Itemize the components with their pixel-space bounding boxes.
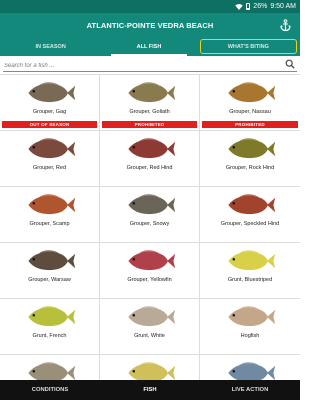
anchor-button[interactable] (278, 17, 292, 33)
fish-card[interactable]: Grouper, Yellowfin (100, 243, 200, 299)
fish-card[interactable]: Grunt, White (100, 299, 200, 355)
fish-image (27, 82, 75, 103)
bottom-nav: CONDITIONS FISH LIVE ACTION (0, 380, 300, 400)
tab-bar: IN SEASON ALL FISH WHAT'S BITING (0, 37, 300, 56)
nav-conditions[interactable]: CONDITIONS (0, 387, 100, 393)
nav-fish[interactable]: FISH (100, 387, 200, 393)
fish-name: Grunt, Bluestriped (227, 277, 273, 283)
tab-in-season[interactable]: IN SEASON (3, 39, 98, 54)
wifi-icon (235, 3, 244, 10)
fish-image (127, 306, 175, 327)
fish-image (127, 82, 175, 103)
app-screen: 26% 9:50 AM ATLANTIC-POINTE VEDRA BEACH … (0, 0, 300, 400)
tab-whats-biting[interactable]: WHAT'S BITING (199, 39, 297, 54)
fish-card[interactable]: Grouper, Nassau PROHIBITED (200, 75, 300, 131)
fish-image (127, 138, 175, 159)
fish-image (127, 362, 175, 380)
fish-image (228, 250, 276, 271)
fish-card[interactable]: Grouper, Scamp (0, 187, 100, 243)
fish-card[interactable]: Grouper, Warsaw (0, 243, 100, 299)
fish-name: Grunt, White (134, 333, 165, 339)
fish-card[interactable]: Grouper, Speckled Hind (200, 187, 300, 243)
fish-image (27, 306, 75, 327)
status-badge: PROHIBITED (102, 121, 197, 128)
fish-name: Grouper, Goliath (129, 109, 170, 115)
search-input[interactable] (3, 60, 297, 72)
fish-card[interactable] (200, 355, 300, 380)
fish-card[interactable] (100, 355, 200, 380)
fish-name: Grouper, Scamp (29, 221, 70, 227)
fish-name: Grunt, French (32, 333, 67, 339)
search-icon[interactable] (285, 59, 295, 69)
search-bar (0, 56, 300, 74)
fish-name: Hogfish (240, 333, 260, 339)
nav-live-action[interactable]: LIVE ACTION (200, 387, 300, 393)
fish-name: Grouper, Rock Hind (225, 165, 275, 171)
fish-image (127, 250, 175, 271)
fish-card[interactable]: Grouper, Goliath PROHIBITED (100, 75, 200, 131)
fish-image (228, 82, 276, 103)
fish-name: Grouper, Gag (32, 109, 67, 115)
fish-name: Grouper, Speckled Hind (220, 221, 280, 227)
anchor-icon (279, 18, 291, 31)
fish-card[interactable]: Grunt, Bluestriped (200, 243, 300, 299)
fish-image (127, 194, 175, 215)
fish-grid: Grouper, Gag OUT OF SEASON Grouper, Goliat… (0, 74, 300, 380)
fish-name: Grouper, Snowy (129, 221, 170, 227)
fish-card[interactable]: Grouper, Gag OUT OF SEASON (0, 75, 100, 131)
status-badge: PROHIBITED (202, 121, 298, 128)
fish-card[interactable] (0, 355, 100, 380)
fish-image (27, 250, 75, 271)
battery-percent: 26% (253, 3, 268, 10)
status-icons: 26% 9:50 AM (235, 3, 296, 10)
status-bar: 26% 9:50 AM (0, 0, 300, 13)
fish-image (228, 362, 276, 380)
fish-name: Grouper, Yellowfin (127, 277, 172, 283)
fish-card[interactable]: Hogfish (200, 299, 300, 355)
battery-icon (246, 3, 251, 10)
fish-name: Grouper, Nassau (229, 109, 271, 115)
fish-name: Grouper, Warsaw (28, 277, 71, 283)
fish-image (27, 138, 75, 159)
fish-image (27, 194, 75, 215)
fish-card[interactable]: Grouper, Red (0, 131, 100, 187)
status-badge: OUT OF SEASON (2, 121, 97, 128)
page-title: ATLANTIC-POINTE VEDRA BEACH (86, 20, 214, 30)
fish-card[interactable]: Grunt, French (0, 299, 100, 355)
fish-image (228, 306, 276, 327)
fish-card[interactable]: Grouper, Red Hind (100, 131, 200, 187)
fish-image (27, 362, 75, 380)
status-time: 9:50 AM (270, 3, 296, 10)
fish-card[interactable]: Grouper, Rock Hind (200, 131, 300, 187)
tab-all-fish[interactable]: ALL FISH (101, 39, 196, 56)
fish-image (228, 138, 276, 159)
fish-image (228, 194, 276, 215)
app-header: ATLANTIC-POINTE VEDRA BEACH (0, 13, 300, 37)
fish-card[interactable]: Grouper, Snowy (100, 187, 200, 243)
fish-name: Grouper, Red (32, 165, 67, 171)
fish-name: Grouper, Red Hind (126, 165, 173, 171)
